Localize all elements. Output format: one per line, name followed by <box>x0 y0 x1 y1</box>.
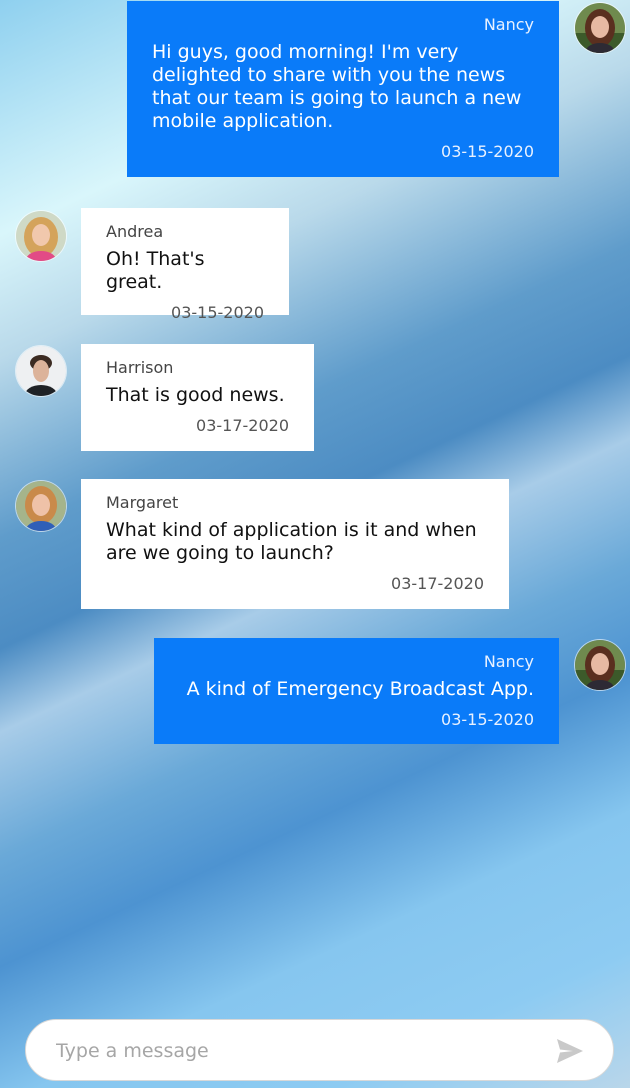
message-timestamp: 03-15-2020 <box>441 710 534 729</box>
message-text: Hi guys, good morning! I'm very delighte… <box>152 41 522 132</box>
message-text: What kind of application is it and when … <box>106 519 477 564</box>
message-timestamp: 03-15-2020 <box>441 142 534 161</box>
message-text: That is good news. <box>106 384 285 406</box>
message-bubble-incoming: Andrea Oh! That's great. 03-15-2020 <box>81 208 289 322</box>
message-text: Oh! That's great. <box>106 248 205 293</box>
message-author: Harrison <box>106 358 174 377</box>
message-input[interactable] <box>54 1034 528 1068</box>
message-author: Margaret <box>106 493 179 512</box>
send-icon <box>557 1039 583 1063</box>
avatar-nancy[interactable] <box>575 3 625 53</box>
message-bubble-outgoing: Nancy A kind of Emergency Broadcast App.… <box>154 638 559 744</box>
message-author: Nancy <box>483 652 534 671</box>
message-text: A kind of Emergency Broadcast App. <box>186 678 534 700</box>
send-button[interactable] <box>555 1037 585 1065</box>
message-timestamp: 03-15-2020 <box>171 303 264 322</box>
message-author: Nancy <box>483 15 534 34</box>
avatar-harrison[interactable] <box>16 346 66 396</box>
avatar-margaret[interactable] <box>16 481 66 531</box>
avatar-nancy[interactable] <box>575 640 625 690</box>
message-bubble-outgoing: Nancy Hi guys, good morning! I'm very de… <box>127 1 559 177</box>
message-timestamp: 03-17-2020 <box>196 416 289 435</box>
message-composer <box>25 1019 614 1081</box>
message-bubble-incoming: Margaret What kind of application is it … <box>81 479 509 609</box>
message-timestamp: 03-17-2020 <box>391 574 484 593</box>
avatar-andrea[interactable] <box>16 211 66 261</box>
message-bubble-incoming: Harrison That is good news. 03-17-2020 <box>81 344 314 451</box>
message-author: Andrea <box>106 222 164 241</box>
